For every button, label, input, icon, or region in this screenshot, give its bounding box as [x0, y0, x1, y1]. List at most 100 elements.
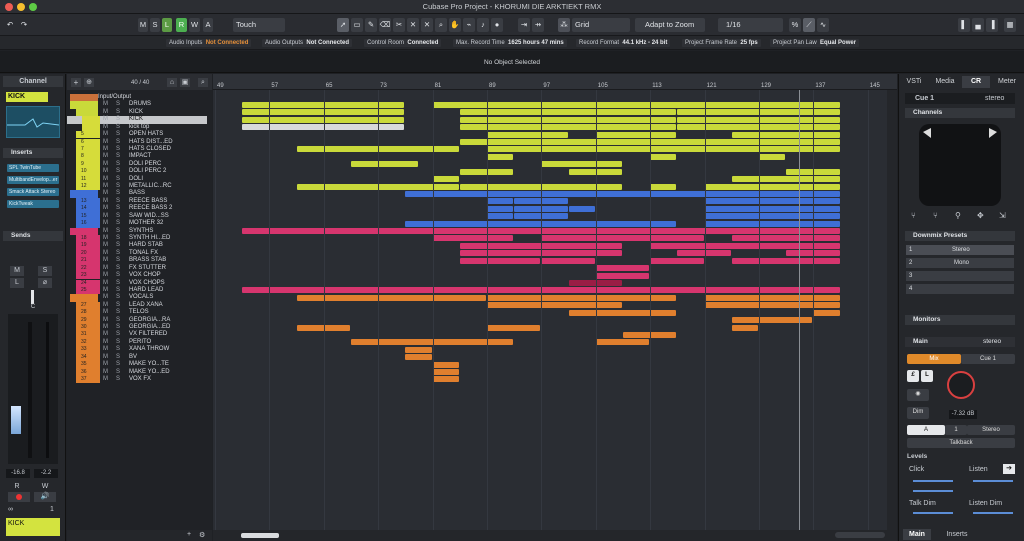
track-mute-button[interactable]: M [103, 235, 108, 242]
audio-event[interactable] [432, 235, 514, 242]
speaker-1-button[interactable]: 1 [945, 425, 967, 435]
track-solo-button[interactable]: S [116, 153, 120, 160]
track-mute-button[interactable]: M [103, 168, 108, 175]
audio-event[interactable] [487, 294, 677, 301]
talkback-button[interactable]: Talkback [907, 438, 1015, 448]
track-mute-button[interactable]: M [103, 116, 108, 123]
track-mute-button[interactable]: M [103, 183, 108, 190]
track-mute-button[interactable]: M [103, 228, 108, 235]
monitors-section-header[interactable]: Monitors [905, 315, 1015, 325]
quantize-select[interactable]: 1/16 [718, 18, 783, 32]
track-mute-button[interactable]: M [103, 339, 108, 346]
auto-scroll-icon[interactable]: ⇥ [518, 18, 530, 32]
audio-event[interactable] [487, 302, 622, 309]
read-automation-button[interactable]: R [176, 18, 187, 32]
track-row[interactable]: 33 M S XANA THROW [67, 346, 207, 354]
zoom-slider[interactable] [835, 532, 885, 538]
write-automation-button[interactable]: W [189, 18, 200, 32]
audio-event[interactable] [704, 213, 840, 220]
track-row[interactable]: 11 M S DOLI [67, 175, 207, 183]
audio-event[interactable] [487, 205, 514, 212]
track-row[interactable]: 19 M S HARD STAB [67, 242, 207, 250]
track-row[interactable]: M S KICK [67, 116, 207, 124]
listen-button[interactable]: L [162, 18, 172, 32]
audio-event[interactable] [704, 183, 840, 190]
speaker-a-button[interactable]: A [907, 425, 945, 435]
audio-event[interactable] [459, 124, 677, 131]
track-mute-button[interactable]: M [103, 346, 108, 353]
insert-slot-4[interactable]: KickTweak [7, 200, 59, 208]
track-row[interactable]: 25 M S HARD LEAD [67, 286, 207, 295]
record-enable-button[interactable] [8, 492, 30, 502]
track-solo-button[interactable]: S [116, 242, 120, 249]
audio-event[interactable] [432, 361, 459, 368]
track-solo-button[interactable]: S [116, 198, 120, 205]
right-zone-toggle-icon[interactable]: ▐ [986, 18, 998, 32]
left-zone-toggle-icon[interactable]: ▌ [958, 18, 970, 32]
track-solo-button[interactable]: S [116, 361, 120, 368]
track-row[interactable]: 8 M S IMPACT [67, 153, 207, 161]
audio-event[interactable] [731, 257, 840, 264]
vertical-scrollbar[interactable] [887, 90, 897, 530]
downmix-row-1[interactable]: 1 Stereo [906, 245, 1014, 255]
undo-icon[interactable]: ↶ [4, 18, 16, 32]
audio-event[interactable] [731, 131, 840, 138]
track-solo-button[interactable]: S [116, 235, 120, 242]
downmix-row-3[interactable]: 3 [906, 271, 1014, 281]
track-visibility-icon[interactable]: ⌂ [167, 78, 177, 87]
audio-event[interactable] [487, 153, 514, 160]
track-row[interactable]: 32 M S PERITO [67, 338, 207, 347]
track-solo-button[interactable]: S [116, 190, 120, 197]
audio-event[interactable] [704, 294, 840, 301]
track-row[interactable]: 37 M S VOX FX [67, 375, 207, 384]
audio-event[interactable] [813, 309, 840, 316]
main-section-header[interactable]: Main stereo [905, 337, 1015, 347]
track-row[interactable]: 35 M S MAKE YO...TE [67, 361, 207, 369]
track-solo-button[interactable]: S [116, 146, 120, 153]
audio-event[interactable] [568, 309, 677, 316]
inspector-tab-channel[interactable]: Channel [3, 76, 63, 87]
downmix-row-2[interactable]: 2 Mono [906, 258, 1014, 268]
track-row[interactable]: 34 M S BV [67, 353, 207, 362]
track-mute-button[interactable]: M [103, 287, 108, 294]
audio-event[interactable] [487, 324, 541, 331]
track-row[interactable]: 27 M S LEAD XANA [67, 301, 207, 310]
track-mute-button[interactable]: M [103, 139, 108, 146]
track-mute-button[interactable]: M [103, 205, 108, 212]
pencil-tool-icon[interactable]: ✎ [365, 18, 377, 32]
track-solo-button[interactable]: S [116, 220, 120, 227]
track-solo-button[interactable]: S [116, 139, 120, 146]
ruler[interactable]: 49 57 65 73 81 89 97 105 113 121 129 137 145 [213, 74, 897, 90]
color-tool-icon[interactable]: ● [491, 18, 503, 32]
track-row[interactable]: 36 M S MAKE YO...ED [67, 368, 207, 376]
track-solo-button[interactable]: S [116, 101, 120, 108]
phase-icon[interactable]: ⌀ [38, 278, 52, 288]
track-row[interactable]: 21 M S BRASS STAB [67, 257, 207, 265]
object-selection-tool-icon[interactable]: ➚ [337, 18, 349, 32]
audio-event[interactable] [704, 205, 840, 212]
tab-control-room[interactable]: CR [962, 76, 990, 88]
track-row[interactable]: M Skick top [67, 123, 207, 132]
track-mute-button[interactable]: M [103, 198, 108, 205]
expand-icon[interactable]: ⇲ [999, 211, 1006, 220]
insert-slot-3[interactable]: Smack Attack Stereo [7, 188, 59, 196]
track-mute-button[interactable]: M [103, 101, 108, 108]
grid-snap-icon[interactable]: ⁂ [558, 18, 570, 32]
add-track-icon[interactable]: + [71, 78, 81, 87]
track-solo-button[interactable]: S [116, 280, 120, 287]
track-solo-button[interactable]: S [116, 213, 120, 220]
channels-section-header[interactable]: Channels [905, 108, 1015, 118]
audio-event[interactable] [568, 205, 595, 212]
track-row[interactable]: 28 M S TELOS [67, 309, 207, 317]
snap-icon[interactable]: ⇸ [532, 18, 544, 32]
track-row[interactable]: 6 M S HATS DIST...ED [67, 138, 207, 146]
auto-fades-icon[interactable]: ⟋ [803, 18, 815, 32]
track-row[interactable]: 20 M S TONAL FX [67, 249, 207, 258]
track-mute-button[interactable]: M [103, 354, 108, 361]
audio-event[interactable] [432, 369, 459, 376]
downmix-icon[interactable]: ⑂ [911, 211, 916, 220]
track-row[interactable]: 22 M S FX STUTTER [67, 264, 207, 273]
tab-inserts[interactable]: Inserts [939, 529, 975, 540]
track-solo-button[interactable]: S [116, 250, 120, 257]
scissors-tool-icon[interactable]: ✂ [393, 18, 405, 32]
